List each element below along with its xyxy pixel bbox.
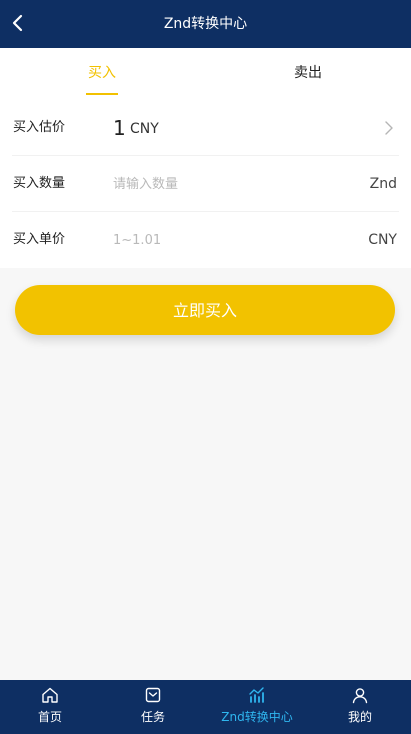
- tab-sell-label: 卖出: [294, 65, 322, 81]
- chart-icon: [249, 687, 264, 703]
- tab-active-indicator: [86, 93, 118, 95]
- unit-price-input[interactable]: [113, 226, 333, 254]
- estimate-value: 1: [113, 116, 126, 140]
- chevron-right-icon: [381, 119, 397, 137]
- quantity-label: 买入数量: [13, 176, 66, 191]
- estimate-row[interactable]: 买入估价 1 CNY: [0, 100, 411, 156]
- tab-buy[interactable]: 买入: [42, 48, 162, 100]
- unit-price-row: 买入单价 CNY: [0, 212, 411, 268]
- nav-item-exchange[interactable]: Znd转换中心: [207, 680, 307, 734]
- nav-label-mine: 我的: [347, 710, 372, 724]
- nav-item-home[interactable]: 首页: [0, 680, 100, 734]
- buy-now-button[interactable]: 立即买入: [15, 285, 395, 335]
- user-icon: [352, 688, 368, 704]
- quantity-input[interactable]: [113, 170, 333, 198]
- nav-label-tasks: 任务: [140, 710, 165, 724]
- task-icon: [145, 687, 161, 703]
- top-bar: Znd转换中心: [0, 0, 411, 48]
- estimate-unit: CNY: [130, 121, 159, 137]
- home-icon: [42, 687, 58, 703]
- unit-price-unit: CNY: [368, 232, 397, 248]
- nav-label-home: 首页: [37, 710, 62, 724]
- unit-price-label: 买入单价: [13, 232, 66, 247]
- tab-buy-label: 买入: [88, 65, 116, 81]
- tab-bar: 买入 卖出: [0, 48, 411, 100]
- nav-item-mine[interactable]: 我的: [310, 680, 410, 734]
- tab-sell[interactable]: 卖出: [248, 48, 368, 100]
- page-title: Znd转换中心: [163, 16, 248, 32]
- quantity-unit: Znd: [369, 176, 397, 192]
- estimate-label: 买入估价: [13, 120, 66, 135]
- quantity-row: 买入数量 Znd: [0, 156, 411, 212]
- buy-form: 买入估价 1 CNY 买入数量 Znd 买入单价 CNY: [0, 100, 411, 268]
- nav-label-exchange: Znd转换中心: [221, 710, 293, 724]
- bottom-nav: 首页 任务 Znd转换中心 我的: [0, 680, 411, 734]
- nav-item-tasks[interactable]: 任务: [103, 680, 203, 734]
